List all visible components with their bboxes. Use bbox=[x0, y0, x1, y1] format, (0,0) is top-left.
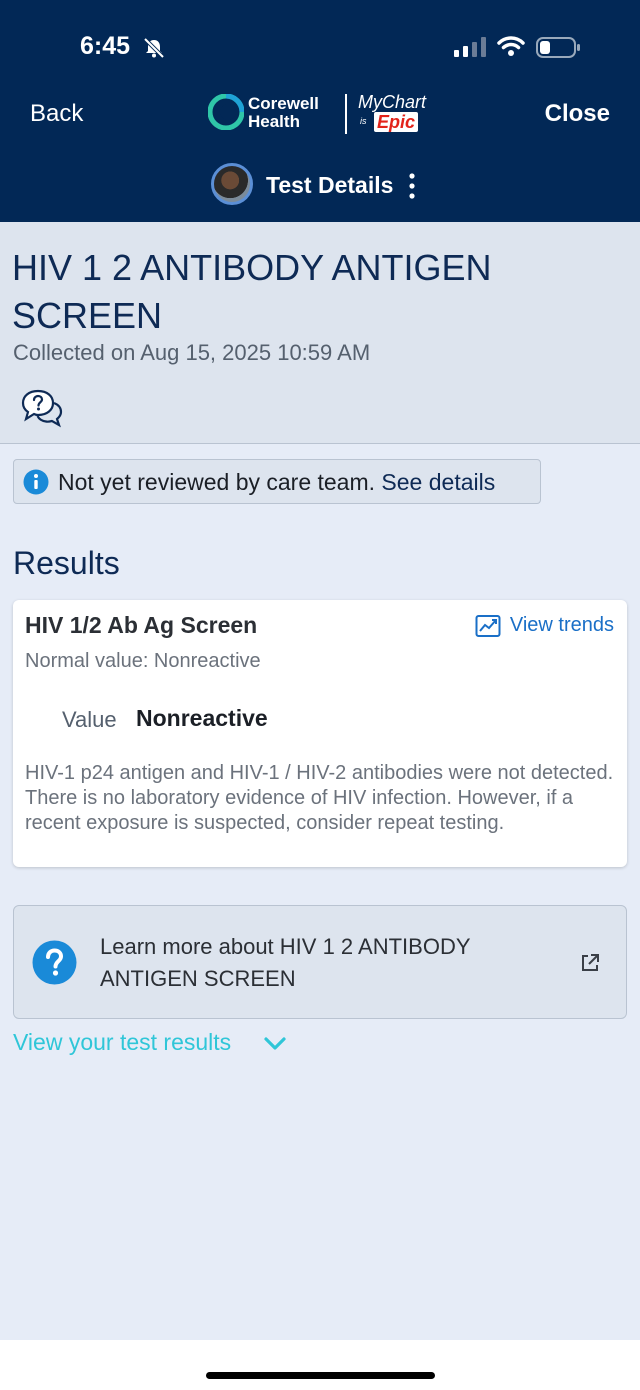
trend-chart-icon bbox=[475, 615, 501, 637]
home-indicator[interactable] bbox=[206, 1372, 435, 1379]
results-heading: Results bbox=[13, 545, 120, 581]
close-button[interactable]: Close bbox=[545, 100, 610, 128]
review-notice-text: Not yet reviewed by care team. See detai… bbox=[58, 469, 496, 495]
bell-muted-icon bbox=[143, 37, 165, 59]
view-trends-link[interactable]: View trends bbox=[475, 614, 614, 640]
info-icon bbox=[23, 469, 49, 495]
corewell-wordmark: Corewell Health bbox=[248, 94, 319, 131]
avatar[interactable] bbox=[211, 163, 253, 205]
page-title: Test Details bbox=[266, 172, 394, 198]
mychart-is-text: is bbox=[360, 116, 367, 126]
external-link-icon bbox=[582, 954, 599, 971]
test-title: HIV 1 2 ANTIBODY ANTIGEN SCREEN bbox=[12, 247, 492, 336]
epic-wordmark: Epic bbox=[374, 112, 419, 132]
view-test-results-link[interactable]: View your test results bbox=[13, 1029, 231, 1056]
normal-value: Normal value: Nonreactive bbox=[25, 650, 261, 672]
learn-more-card[interactable]: Learn more about HIV 1 2 ANTIBODY ANTIGE… bbox=[13, 905, 627, 1019]
result-comment: HIV-1 p24 antigen and HIV-1 / HIV-2 anti… bbox=[25, 762, 614, 834]
result-card: HIV 1/2 Ab Ag Screen View trends Normal … bbox=[13, 600, 627, 867]
logo-divider bbox=[345, 94, 347, 134]
battery-icon bbox=[536, 37, 580, 58]
app-header: 6:45 Back Corewell Health MyChart is Epi… bbox=[0, 0, 640, 222]
question-circle-icon bbox=[32, 940, 77, 985]
back-button[interactable]: Back bbox=[30, 100, 83, 128]
brand-logo: Corewell Health MyChart is Epic bbox=[208, 92, 438, 136]
result-component-name: HIV 1/2 Ab Ag Screen bbox=[25, 612, 258, 638]
test-title-section: HIV 1 2 ANTIBODY ANTIGEN SCREEN Collecte… bbox=[0, 222, 640, 444]
ask-question-icon[interactable] bbox=[20, 388, 64, 428]
view-trends-label: View trends bbox=[509, 614, 614, 636]
collected-date: Collected on Aug 15, 2025 10:59 AM bbox=[13, 340, 371, 365]
review-status-notice[interactable]: Not yet reviewed by care team. See detai… bbox=[13, 459, 541, 504]
mychart-wordmark: MyChart bbox=[358, 92, 427, 112]
more-options-icon[interactable] bbox=[405, 172, 419, 200]
learn-more-text: Learn more about HIV 1 2 ANTIBODY ANTIGE… bbox=[100, 934, 471, 991]
status-time: 6:45 bbox=[80, 32, 131, 60]
corewell-logo-icon bbox=[208, 94, 244, 130]
result-value: Nonreactive bbox=[136, 705, 268, 731]
bottom-safe-area bbox=[0, 1340, 640, 1390]
chevron-down-icon[interactable] bbox=[263, 1036, 287, 1052]
value-label: Value bbox=[62, 707, 117, 732]
see-details-link[interactable]: See details bbox=[381, 469, 495, 495]
wifi-icon bbox=[497, 36, 525, 56]
cellular-signal-icon bbox=[454, 37, 486, 57]
